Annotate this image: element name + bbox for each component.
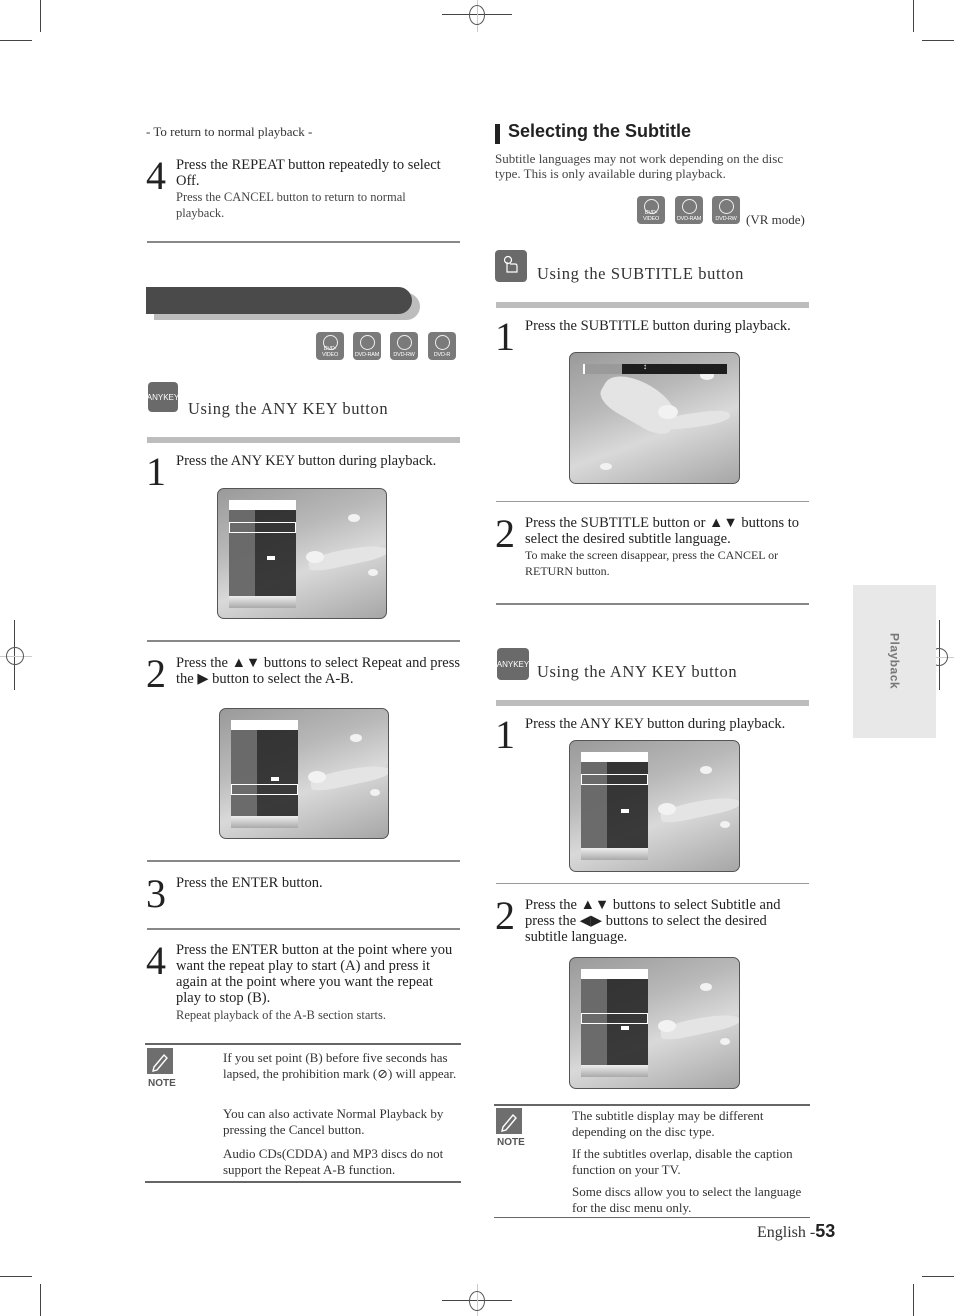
note-item: You can also activate Normal Playback by… xyxy=(223,1106,444,1137)
section-bar xyxy=(146,287,412,314)
divider xyxy=(147,241,460,243)
dvd-r-badge: DVD-R xyxy=(428,332,456,360)
step-subtext: Repeat playback of the A-B section start… xyxy=(176,1008,387,1022)
note-top-rule xyxy=(145,1043,461,1045)
step-number: 2 xyxy=(495,511,515,556)
step-number: 2 xyxy=(495,893,515,938)
up-down-arrows-icon: ↕ xyxy=(643,362,647,371)
step-number: 3 xyxy=(146,871,166,916)
crop-mark xyxy=(913,1284,914,1316)
note-item: Audio CDs(CDDA) and MP3 discs do not sup… xyxy=(223,1146,444,1177)
registration-mark xyxy=(6,647,24,665)
dvd-ram-badge: DVD-RAM xyxy=(353,332,381,360)
onscreen-menu xyxy=(581,752,648,860)
section-title: Using the ANY KEY button xyxy=(188,399,389,418)
step-number: 4 xyxy=(146,938,166,983)
subtitle-osd-bar: ↕ xyxy=(583,362,727,374)
step-number: 1 xyxy=(146,449,166,494)
footer-language: English - xyxy=(757,1224,816,1241)
step-number: 2 xyxy=(146,651,166,696)
anykey-icon: ANYKEY xyxy=(497,648,529,680)
divider xyxy=(496,883,809,884)
step-number: 1 xyxy=(495,712,515,757)
step-text: Press the ENTER button. xyxy=(176,875,323,891)
step-text: Press the ANY KEY button during playback… xyxy=(525,716,786,732)
step-subtext: To make the screen disappear, press the … xyxy=(525,548,779,578)
registration-mark xyxy=(469,1291,485,1311)
crop-mark xyxy=(922,1276,954,1277)
crop-mark xyxy=(922,40,954,41)
step-text: Press the ▲▼ buttons to select Subtitle … xyxy=(525,897,781,945)
step-number: 1 xyxy=(495,314,515,359)
divider xyxy=(147,640,460,642)
tv-screen-subtitle-menu xyxy=(569,957,740,1089)
step-subtext: Press the CANCEL button to return to nor… xyxy=(176,190,406,220)
note-item: If the subtitles overlap, disable the ca… xyxy=(572,1146,793,1177)
page-title: Selecting the Subtitle xyxy=(508,121,692,141)
divider xyxy=(147,860,460,862)
tv-screen-anykey-menu xyxy=(569,740,740,872)
note-top-rule xyxy=(494,1104,810,1106)
divider xyxy=(147,928,460,930)
side-tab[interactable]: Playback xyxy=(853,585,936,738)
step-text: Press the ANY KEY button during playback… xyxy=(176,453,437,469)
note-label: NOTE xyxy=(497,1137,525,1148)
dvd-rw-badge: DVD-RW xyxy=(390,332,418,360)
onscreen-menu xyxy=(229,500,296,608)
intro-text: Subtitle languages may not work dependin… xyxy=(495,151,784,181)
vr-mode-note: (VR mode) xyxy=(746,212,805,227)
crop-mark xyxy=(40,1284,41,1316)
tv-screen-anykey-menu xyxy=(217,488,387,619)
dvd-video-badge: DVD-VIDEO xyxy=(316,332,344,360)
hand-press-icon xyxy=(495,250,527,282)
crop-mark xyxy=(40,0,41,32)
registration-mark xyxy=(469,5,485,25)
anykey-icon: ANYKEY xyxy=(147,382,179,412)
step-number: 4 xyxy=(146,153,166,198)
tv-screen-subtitle: ↕ xyxy=(569,352,740,484)
onscreen-menu xyxy=(581,969,648,1077)
pencil-icon xyxy=(496,1108,522,1134)
step-text: Press the ENTER button at the point wher… xyxy=(176,942,453,1006)
step-text: Press the ▲▼ buttons to select Repeat an… xyxy=(176,655,461,687)
page-number: 53 xyxy=(815,1221,836,1241)
page-footer: English -53 xyxy=(757,1221,835,1242)
note-item: The subtitle display may be different de… xyxy=(572,1108,764,1139)
onscreen-menu xyxy=(231,720,298,828)
note-bottom-rule xyxy=(494,1217,810,1218)
section-rule xyxy=(496,700,809,706)
dvd-video-badge: DVD-VIDEO xyxy=(637,196,665,224)
dvd-ram-badge: DVD-RAM xyxy=(675,196,703,224)
crop-mark xyxy=(0,40,32,41)
tv-screen-repeat-menu xyxy=(219,708,389,839)
crop-mark xyxy=(0,1276,32,1277)
section-title: Using the ANY KEY button xyxy=(537,662,738,681)
note-item: If you set point (B) before five seconds… xyxy=(223,1050,457,1081)
return-heading: - To return to normal playback - xyxy=(146,124,313,139)
step-text: Press the SUBTITLE button or ▲▼ buttons … xyxy=(525,515,799,547)
note-label: NOTE xyxy=(148,1078,176,1089)
note-item: Some discs allow you to select the langu… xyxy=(572,1184,802,1215)
section-rule xyxy=(147,437,460,443)
divider xyxy=(496,501,809,502)
step-text: Press the SUBTITLE button during playbac… xyxy=(525,318,791,334)
note-bottom-rule xyxy=(145,1181,461,1183)
section-rule xyxy=(496,302,809,308)
pencil-icon xyxy=(147,1048,173,1074)
dvd-rw-badge: DVD-RW xyxy=(712,196,740,224)
section-title: Using the SUBTITLE button xyxy=(537,264,745,283)
crop-mark xyxy=(913,0,914,32)
divider xyxy=(496,603,809,605)
title-bar-marker xyxy=(495,124,500,144)
step-text: Press the REPEAT button repeatedly to se… xyxy=(176,157,441,189)
side-tab-label: Playback xyxy=(887,633,902,690)
